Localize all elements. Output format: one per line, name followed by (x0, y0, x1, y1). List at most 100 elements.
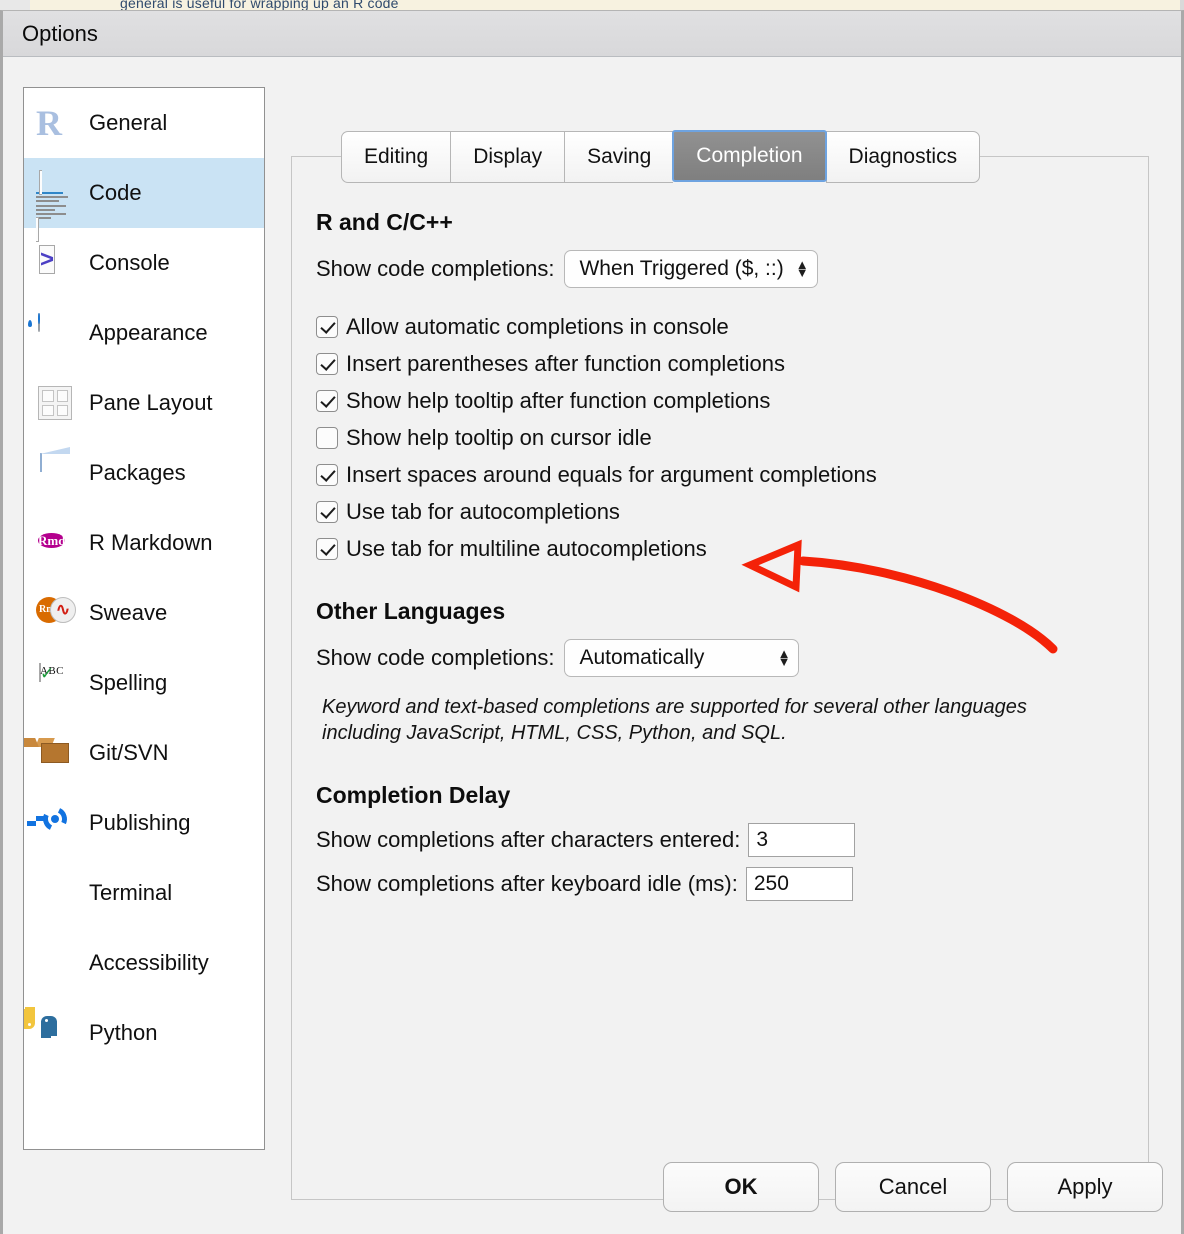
sidebar-item-label: Packages (89, 460, 186, 485)
sidebar-item-pane-layout[interactable]: Pane Layout (24, 368, 264, 438)
sidebar-item-label: Terminal (89, 880, 173, 905)
sidebar-item-publishing[interactable]: Publishing (24, 788, 264, 858)
dialog-title: Options (22, 21, 98, 46)
sidebar-item-label: Code (89, 180, 142, 205)
sidebar-item-packages[interactable]: Packages (24, 438, 264, 508)
section-heading-r-cpp: R and C/C++ (316, 209, 453, 235)
chevron-updown-icon: ▲ ▼ (795, 257, 809, 280)
checkbox-insert-parentheses-after-function-completions[interactable] (316, 353, 338, 375)
sidebar-item-spelling[interactable]: ABC ✓ Spelling (24, 648, 264, 718)
sidebar-item-label: Pane Layout (89, 390, 213, 415)
checkbox-show-help-tooltip-on-cursor-idle[interactable] (316, 427, 338, 449)
tab-display[interactable]: Display (450, 131, 565, 183)
checkbox-use-tab-for-autocompletions[interactable] (316, 501, 338, 523)
checkbox-show-help-tooltip-after-function-completions[interactable] (316, 390, 338, 412)
completion-delay-idle-row: Show completions after keyboard idle (ms… (316, 867, 1124, 902)
sidebar-item-label: Console (89, 250, 170, 275)
settings-tabs[interactable]: Editing Display Saving Completion Diagno… (341, 130, 981, 183)
r-logo-icon: R (36, 103, 62, 143)
sidebar-item-accessibility[interactable]: Accessibility (24, 928, 264, 998)
sidebar-item-sweave[interactable]: Rnw ∿ Sweave (24, 578, 264, 648)
checkbox-use-tab-for-multiline-autocompletions[interactable] (316, 538, 338, 560)
other-languages-show-completions-row: Show code completions: Automatically ▲ ▼ (316, 639, 1124, 677)
r-cpp-show-completions-row: Show code completions: When Triggered ($… (316, 250, 1124, 288)
completion-delay-chars-label: Show completions after characters entere… (316, 827, 741, 853)
options-dialog: Options R General Code > Console Appeara… (0, 10, 1184, 1234)
checkbox-row-show-help-tooltip-on-cursor-idle[interactable]: Show help tooltip on cursor idle (316, 425, 1124, 451)
abc-checkmark-icon: ABC ✓ (39, 663, 64, 683)
r-cpp-show-completions-label: Show code completions: (316, 256, 555, 281)
checkbox-row-use-tab-for-autocompletions[interactable]: Use tab for autocompletions (316, 499, 1124, 525)
code-document-icon (36, 170, 74, 243)
sidebar-item-appearance[interactable]: Appearance (24, 298, 264, 368)
cancel-button[interactable]: Cancel (835, 1162, 991, 1212)
sidebar-item-label: Spelling (89, 670, 168, 695)
completion-tab-panel: R and C/C++ Show code completions: When … (291, 156, 1149, 1200)
sweave-rnw-pdf-icon: Rnw ∿ (36, 594, 76, 632)
checkbox-label: Show help tooltip after function complet… (346, 388, 771, 413)
completion-delay-idle-label: Show completions after keyboard idle (ms… (316, 871, 738, 897)
checkbox-label: Show help tooltip on cursor idle (346, 425, 652, 450)
sidebar-item-label: Python (89, 1020, 158, 1045)
accessibility-icon (36, 944, 74, 982)
checkbox-insert-spaces-around-equals-for-argument-completions[interactable] (316, 464, 338, 486)
pane-grid-icon (36, 384, 74, 422)
console-prompt-icon: > (39, 245, 56, 274)
sidebar-item-label: R Markdown (89, 530, 213, 555)
sidebar-item-label: General (89, 110, 168, 135)
sidebar-item-label: Publishing (89, 810, 191, 835)
checkbox-allow-automatic-completions-in-console[interactable] (316, 316, 338, 338)
checkbox-label: Use tab for multiline autocompletions (346, 536, 707, 561)
tab-editing[interactable]: Editing (341, 131, 451, 183)
section-heading-completion-delay: Completion Delay (316, 782, 511, 809)
sidebar-item-label: Accessibility (89, 950, 209, 975)
completion-delay-chars-input[interactable]: 3 (748, 823, 856, 858)
completion-settings-content: R and C/C++ Show code completions: When … (292, 157, 1148, 1199)
sidebar-item-console[interactable]: > Console (24, 228, 264, 298)
package-box-icon (36, 453, 74, 492)
section-heading-other-languages: Other Languages (316, 598, 506, 624)
checkbox-label: Allow automatic completions in console (346, 314, 729, 339)
apply-button[interactable]: Apply (1007, 1162, 1163, 1212)
sidebar-item-general[interactable]: R General (24, 88, 264, 158)
tab-completion[interactable]: Completion (672, 130, 827, 182)
checkbox-row-show-help-tooltip-after-function-completions[interactable]: Show help tooltip after function complet… (316, 388, 1124, 414)
chevron-updown-icon: ▲ ▼ (777, 646, 791, 669)
options-category-sidebar[interactable]: R General Code > Console Appearance Pane… (23, 87, 265, 1150)
checkbox-label: Insert spaces around equals for argument… (346, 462, 877, 487)
publish-ring-icon (27, 803, 74, 842)
sidebar-item-git-svn[interactable]: Git/SVN (24, 718, 264, 788)
ok-button[interactable]: OK (663, 1162, 819, 1212)
completion-delay-idle-input[interactable]: 250 (745, 867, 853, 902)
other-languages-show-completions-label: Show code completions: (316, 645, 555, 670)
checkbox-label: Insert parentheses after function comple… (346, 351, 786, 376)
completion-delay-chars-row: Show completions after characters entere… (316, 823, 1124, 858)
sidebar-item-python[interactable]: Python (24, 998, 264, 1068)
other-languages-note: Keyword and text-based completions are s… (322, 696, 1027, 744)
paint-can-icon (36, 313, 74, 352)
sidebar-item-label: Sweave (89, 600, 168, 625)
checkbox-label: Use tab for autocompletions (346, 499, 620, 524)
checkbox-row-insert-parentheses-after-function-completions[interactable]: Insert parentheses after function comple… (316, 351, 1124, 377)
r-cpp-show-completions-select[interactable]: When Triggered ($, ::) ▲ ▼ (564, 250, 818, 288)
dialog-titlebar: Options (3, 11, 1181, 57)
tab-saving[interactable]: Saving (564, 131, 674, 183)
sidebar-item-code[interactable]: Code (24, 158, 264, 243)
sidebar-item-label: Appearance (89, 320, 208, 345)
terminal-square-icon (36, 874, 74, 912)
tab-diagnostics[interactable]: Diagnostics (825, 131, 981, 183)
checkbox-row-allow-automatic-completions-in-console[interactable]: Allow automatic completions in console (316, 314, 1124, 340)
checkbox-row-use-tab-for-multiline-autocompletions[interactable]: Use tab for multiline autocompletions (316, 536, 1124, 562)
checkbox-row-insert-spaces-around-equals[interactable]: Insert spaces around equals for argument… (316, 462, 1124, 488)
sidebar-item-label: Git/SVN (89, 740, 169, 765)
sidebar-item-r-markdown[interactable]: Rmd R Markdown (24, 508, 264, 578)
dialog-footer: OK Cancel Apply (3, 1150, 1181, 1234)
open-box-icon (24, 734, 74, 772)
select-value: When Triggered ($, ::) (579, 257, 784, 280)
dialog-body: R General Code > Console Appearance Pane… (3, 57, 1181, 1234)
python-logo-icon (24, 1007, 74, 1052)
select-value: Automatically (579, 646, 705, 669)
sidebar-item-terminal[interactable]: Terminal (24, 858, 264, 928)
rmd-badge-icon: Rmd (38, 533, 66, 548)
other-languages-show-completions-select[interactable]: Automatically ▲ ▼ (564, 639, 800, 677)
